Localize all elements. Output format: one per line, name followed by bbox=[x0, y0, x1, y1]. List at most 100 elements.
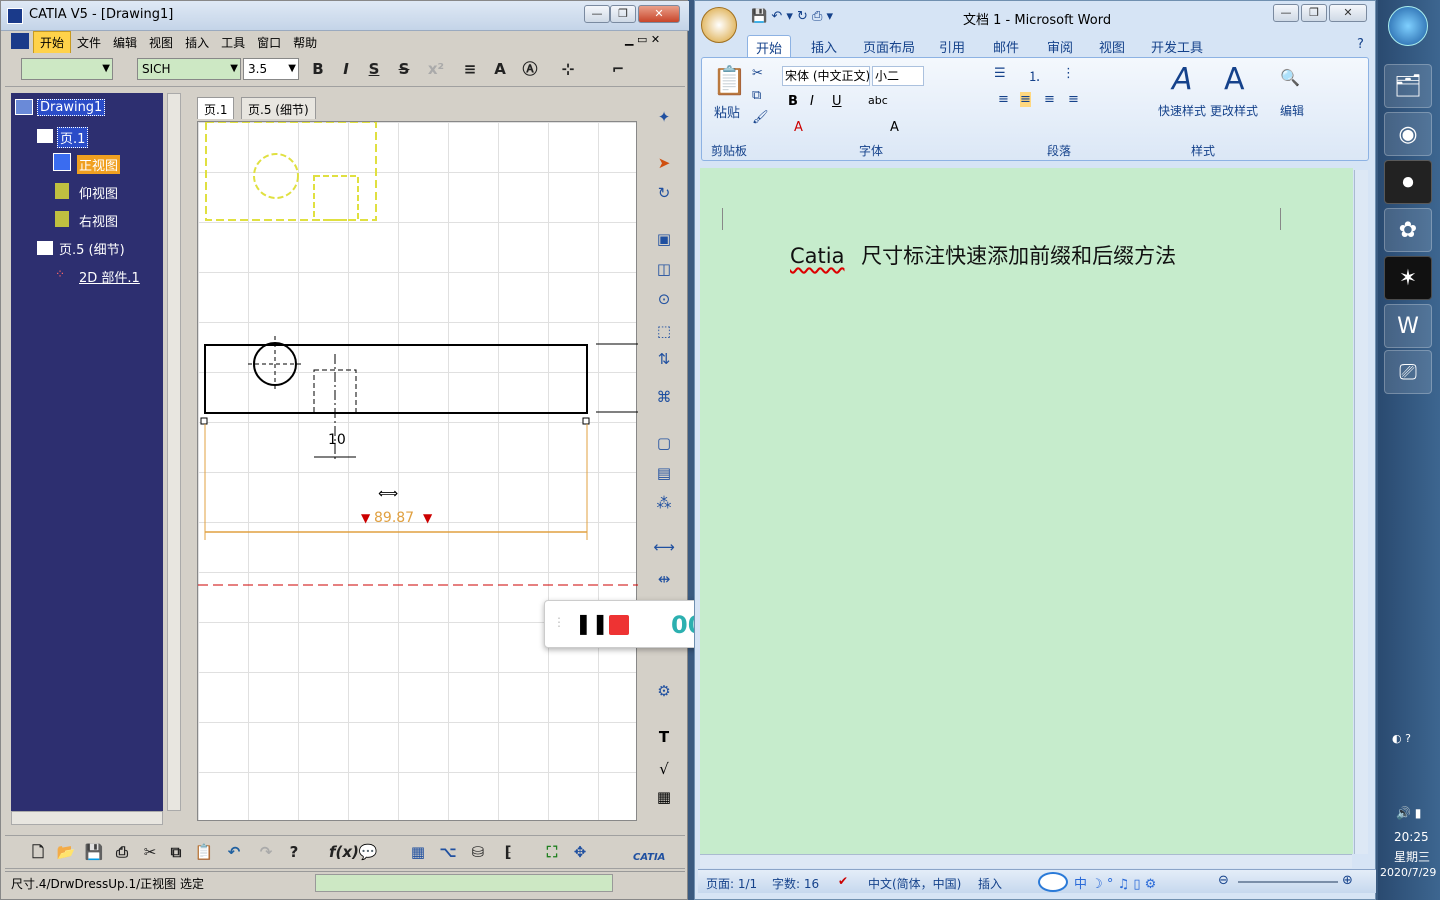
pause-icon[interactable]: ❚❚ bbox=[575, 611, 609, 635]
tree-front-view[interactable]: 正视图 bbox=[77, 155, 121, 174]
menu-tools[interactable]: 工具 bbox=[215, 32, 251, 53]
rotate-icon[interactable]: ↻ bbox=[652, 181, 676, 205]
ime-toolbar-icons[interactable]: 中 ☽ ° ♫ ▯ ⚙ bbox=[1074, 873, 1156, 892]
paste-icon[interactable]: 📋 bbox=[712, 64, 747, 97]
align-left-icon[interactable]: ≡ bbox=[998, 92, 1009, 107]
menu-edit[interactable]: 编辑 bbox=[107, 32, 143, 53]
tree-icon[interactable]: ⌥ bbox=[437, 841, 459, 863]
comment-icon[interactable]: 💬 bbox=[357, 841, 379, 863]
align-right-icon[interactable]: ≡ bbox=[1044, 92, 1055, 107]
edit-label[interactable]: 编辑 bbox=[1280, 102, 1304, 119]
color-app-icon[interactable]: ✿ bbox=[1384, 208, 1432, 252]
zoom-out-icon[interactable]: ⊖ bbox=[1218, 873, 1229, 888]
catia-maximize-button[interactable]: ❐ bbox=[610, 5, 636, 23]
word-task-icon[interactable]: W bbox=[1384, 304, 1432, 348]
word-document-page[interactable]: Catia 尺寸标注快速添加前缀和后缀方法 bbox=[700, 168, 1353, 854]
ifly-icon[interactable] bbox=[1038, 872, 1068, 892]
font-size-combo[interactable]: 3.5 ▼ bbox=[243, 58, 299, 80]
catia-close-button[interactable]: ✕ bbox=[638, 5, 680, 23]
wizard-icon[interactable]: ⌘ bbox=[652, 385, 676, 409]
status-language[interactable]: 中文(简体，中国) bbox=[868, 875, 961, 892]
word-vertical-scrollbar[interactable] bbox=[1354, 170, 1368, 854]
catia-titlebar[interactable]: CATIA V5 - [Drawing1] — ❐ ✕ bbox=[1, 1, 689, 31]
bold-button[interactable]: B bbox=[307, 58, 329, 80]
word-tab-layout[interactable]: 页面布局 bbox=[855, 35, 923, 58]
dimension-icon[interactable]: ⟷ bbox=[652, 535, 676, 559]
tree-page5-detail[interactable]: 页.5 (细节) bbox=[59, 239, 125, 258]
chrome-icon[interactable]: ◉ bbox=[1384, 112, 1432, 156]
change-styles-icon[interactable]: A bbox=[1224, 62, 1245, 97]
quick-styles-label[interactable]: 快速样式 bbox=[1158, 102, 1206, 119]
break-icon[interactable]: ⇅ bbox=[652, 347, 676, 371]
office-button[interactable] bbox=[701, 7, 737, 43]
word-tab-developer[interactable]: 开发工具 bbox=[1143, 35, 1211, 58]
tray-icons[interactable]: ◐ ? bbox=[1392, 732, 1411, 745]
style-combo[interactable]: ▼ bbox=[21, 58, 113, 80]
fit-all-icon[interactable]: ⛶ bbox=[541, 841, 563, 863]
word-char-border-icon[interactable]: A bbox=[890, 120, 899, 135]
undo-icon[interactable]: ↶ bbox=[223, 841, 245, 863]
menu-help[interactable]: 帮助 bbox=[287, 32, 323, 53]
menu-view[interactable]: 视图 bbox=[143, 32, 179, 53]
format-painter-icon[interactable]: 🖌 bbox=[752, 110, 769, 125]
status-page[interactable]: 页面: 1/1 bbox=[706, 875, 757, 892]
clock-weekday[interactable]: 星期三 bbox=[1394, 848, 1430, 865]
position-icon[interactable]: ⌐ bbox=[607, 58, 629, 80]
formula-icon[interactable]: f(x) bbox=[329, 841, 359, 863]
word-font-color-button[interactable]: A bbox=[794, 120, 803, 135]
status-mode[interactable]: 插入 bbox=[978, 875, 1002, 892]
tab-page1[interactable]: 页.1 bbox=[197, 97, 235, 119]
multilevel-icon[interactable]: ⋮ bbox=[1062, 66, 1075, 81]
catia-task-icon[interactable]: ✶ bbox=[1384, 256, 1432, 300]
catalog-icon[interactable]: ⁅ bbox=[497, 841, 519, 863]
apply-material-icon[interactable]: ✦ bbox=[652, 105, 676, 129]
quick-styles-icon[interactable]: A bbox=[1172, 62, 1193, 97]
status-words[interactable]: 字数: 16 bbox=[772, 875, 819, 892]
catia-doc-icon[interactable] bbox=[11, 33, 29, 49]
capture-app-icon[interactable]: ⎚ bbox=[1384, 350, 1432, 394]
word-tab-view[interactable]: 视图 bbox=[1091, 35, 1133, 58]
word-tab-home[interactable]: 开始 bbox=[747, 35, 792, 59]
lock-icon[interactable]: ⛁ bbox=[467, 841, 489, 863]
tree-root-drawing[interactable]: Drawing1 bbox=[37, 99, 106, 116]
font-name-combo[interactable]: SICH ▼ bbox=[137, 58, 241, 80]
detail-icon[interactable]: ⊙ bbox=[652, 287, 676, 311]
menu-file[interactable]: 文件 bbox=[71, 32, 107, 53]
copy-icon[interactable]: ⧉ bbox=[165, 841, 187, 863]
cut-icon[interactable]: ✂ bbox=[752, 66, 763, 81]
pan-icon[interactable]: ✥ bbox=[569, 841, 591, 863]
roughness-icon[interactable]: √ bbox=[652, 757, 676, 781]
word-tab-insert[interactable]: 插入 bbox=[803, 35, 845, 58]
align-center-icon[interactable]: ≡ bbox=[1020, 92, 1031, 107]
dimension-tools-icon[interactable]: ⇹ bbox=[652, 567, 676, 591]
word-bold-button[interactable]: B bbox=[788, 94, 798, 109]
section-icon[interactable]: ◫ bbox=[652, 257, 676, 281]
tree-2d-component[interactable]: 2D 部件.1 bbox=[79, 267, 140, 286]
tree-bottom-view[interactable]: 仰视图 bbox=[79, 183, 118, 202]
new-icon[interactable]: 🗋 bbox=[27, 841, 49, 863]
copy-icon[interactable]: ⧉ bbox=[752, 88, 761, 103]
underline-button[interactable]: S bbox=[363, 58, 385, 80]
clock-time[interactable]: 20:25 bbox=[1394, 830, 1429, 844]
word-help-icon[interactable]: ? bbox=[1357, 37, 1364, 52]
paste-icon[interactable]: 📋 bbox=[193, 841, 215, 863]
redo-icon[interactable]: ↷ bbox=[255, 841, 277, 863]
stop-icon[interactable] bbox=[609, 615, 629, 635]
word-horizontal-scrollbar[interactable] bbox=[700, 854, 1352, 868]
start-button[interactable] bbox=[1388, 6, 1428, 46]
tree-horizontal-scrollbar[interactable] bbox=[11, 811, 163, 825]
superscript-icon[interactable]: x² bbox=[425, 58, 447, 80]
word-strike-button[interactable]: abc bbox=[868, 94, 888, 107]
views-icon[interactable]: ▣ bbox=[652, 227, 676, 251]
save-icon[interactable]: 💾 bbox=[83, 841, 105, 863]
strikethrough-button[interactable]: S bbox=[393, 58, 415, 80]
justify-icon[interactable]: ≡ bbox=[1068, 92, 1079, 107]
tree-page1[interactable]: 页.1 bbox=[57, 127, 89, 148]
clock-date[interactable]: 2020/7/29 bbox=[1380, 866, 1436, 879]
proofing-icon[interactable]: ✔ bbox=[838, 874, 848, 888]
points-icon[interactable]: ⁂ bbox=[652, 491, 676, 515]
numbering-icon[interactable]: ⒈ bbox=[1028, 66, 1041, 85]
zoom-in-icon[interactable]: ⊕ bbox=[1342, 873, 1353, 888]
align-icon[interactable]: ≡ bbox=[459, 58, 481, 80]
menu-window[interactable]: 窗口 bbox=[251, 32, 287, 53]
